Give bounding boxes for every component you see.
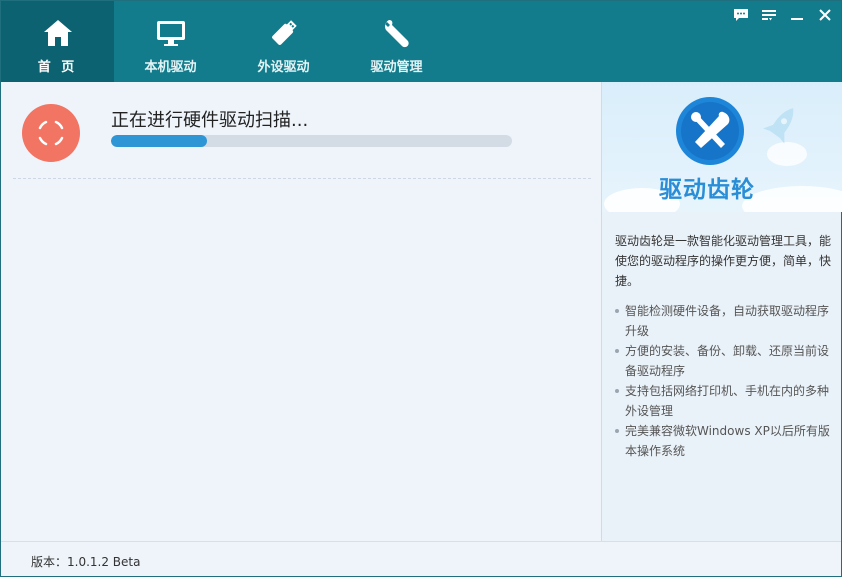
feature-text: 方便的安装、备份、卸载、还原当前设备驱动程序 bbox=[625, 344, 830, 378]
feedback-button[interactable] bbox=[731, 6, 751, 24]
feature-text: 智能检测硬件设备，自动获取驱动程序升级 bbox=[625, 304, 830, 338]
feature-list: 智能检测硬件设备，自动获取驱动程序升级 方便的安装、备份、卸载、还原当前设备驱动… bbox=[615, 301, 835, 461]
tab-peripheral-drivers-label: 外设驱动 bbox=[257, 60, 310, 75]
list-item: 方便的安装、备份、卸载、还原当前设备驱动程序 bbox=[615, 341, 835, 381]
tab-local-drivers-label: 本机驱动 bbox=[144, 60, 197, 75]
top-nav-bar: 首 页 本机驱动 外设驱动 驱动管理 bbox=[1, 1, 841, 82]
window-controls bbox=[731, 6, 835, 24]
tab-local-drivers[interactable]: 本机驱动 bbox=[114, 1, 227, 82]
feature-text: 完美兼容微软Windows XP以后所有版本操作系统 bbox=[625, 424, 830, 458]
scan-progress-bar bbox=[111, 135, 512, 147]
list-item: 支持包括网络打印机、手机在内的多种外设管理 bbox=[615, 381, 835, 421]
usb-drive-icon bbox=[271, 20, 297, 45]
rocket-icon bbox=[763, 108, 794, 144]
scan-frame-icon bbox=[38, 120, 64, 146]
divider bbox=[13, 178, 591, 179]
scan-status-text: 正在进行硬件驱动扫描... bbox=[111, 110, 309, 131]
list-item: 完美兼容微软Windows XP以后所有版本操作系统 bbox=[615, 421, 835, 461]
tab-home[interactable]: 首 页 bbox=[1, 1, 114, 82]
brand-title: 驱动齿轮 bbox=[659, 177, 755, 203]
menu-icon bbox=[762, 10, 776, 21]
tools-logo-icon bbox=[676, 97, 744, 165]
monitor-icon bbox=[156, 21, 185, 46]
tab-home-label: 首 页 bbox=[37, 60, 78, 75]
scan-panel: 正在进行硬件驱动扫描... bbox=[1, 82, 601, 541]
minimize-icon bbox=[791, 18, 803, 20]
bullet-icon bbox=[615, 349, 619, 353]
product-info-panel: 驱动齿轮 驱动齿轮是一款智能化驱动管理工具，能使您的驱动程序的操作更方便，简单，… bbox=[601, 82, 842, 541]
scan-indicator bbox=[22, 104, 80, 162]
product-intro: 驱动齿轮是一款智能化驱动管理工具，能使您的驱动程序的操作更方便，简单，快捷。 bbox=[615, 234, 832, 288]
menu-button[interactable] bbox=[759, 6, 779, 24]
version-label: 版本：1.0.1.2 Beta bbox=[31, 555, 141, 569]
home-icon bbox=[43, 20, 72, 46]
scan-progress-fill bbox=[111, 135, 208, 147]
tab-driver-management-label: 驱动管理 bbox=[370, 60, 423, 75]
tab-peripheral-drivers[interactable]: 外设驱动 bbox=[227, 1, 340, 82]
bullet-icon bbox=[615, 389, 619, 393]
app-window: 首 页 本机驱动 外设驱动 驱动管理 正在进行硬件驱动扫描... 驱动齿轮 驱动… bbox=[0, 0, 842, 577]
wrench-icon bbox=[384, 20, 409, 48]
bullet-icon bbox=[615, 309, 619, 313]
status-bar: 版本：1.0.1.2 Beta bbox=[1, 541, 841, 576]
brand-banner: 驱动齿轮 bbox=[602, 82, 842, 212]
feature-text: 支持包括网络打印机、手机在内的多种外设管理 bbox=[625, 384, 830, 418]
tab-driver-management[interactable]: 驱动管理 bbox=[340, 1, 453, 82]
bullet-icon bbox=[615, 429, 619, 433]
close-icon bbox=[819, 9, 831, 21]
list-item: 智能检测硬件设备，自动获取驱动程序升级 bbox=[615, 301, 835, 341]
feedback-icon bbox=[734, 9, 748, 21]
minimize-button[interactable] bbox=[787, 6, 807, 24]
close-button[interactable] bbox=[815, 6, 835, 24]
